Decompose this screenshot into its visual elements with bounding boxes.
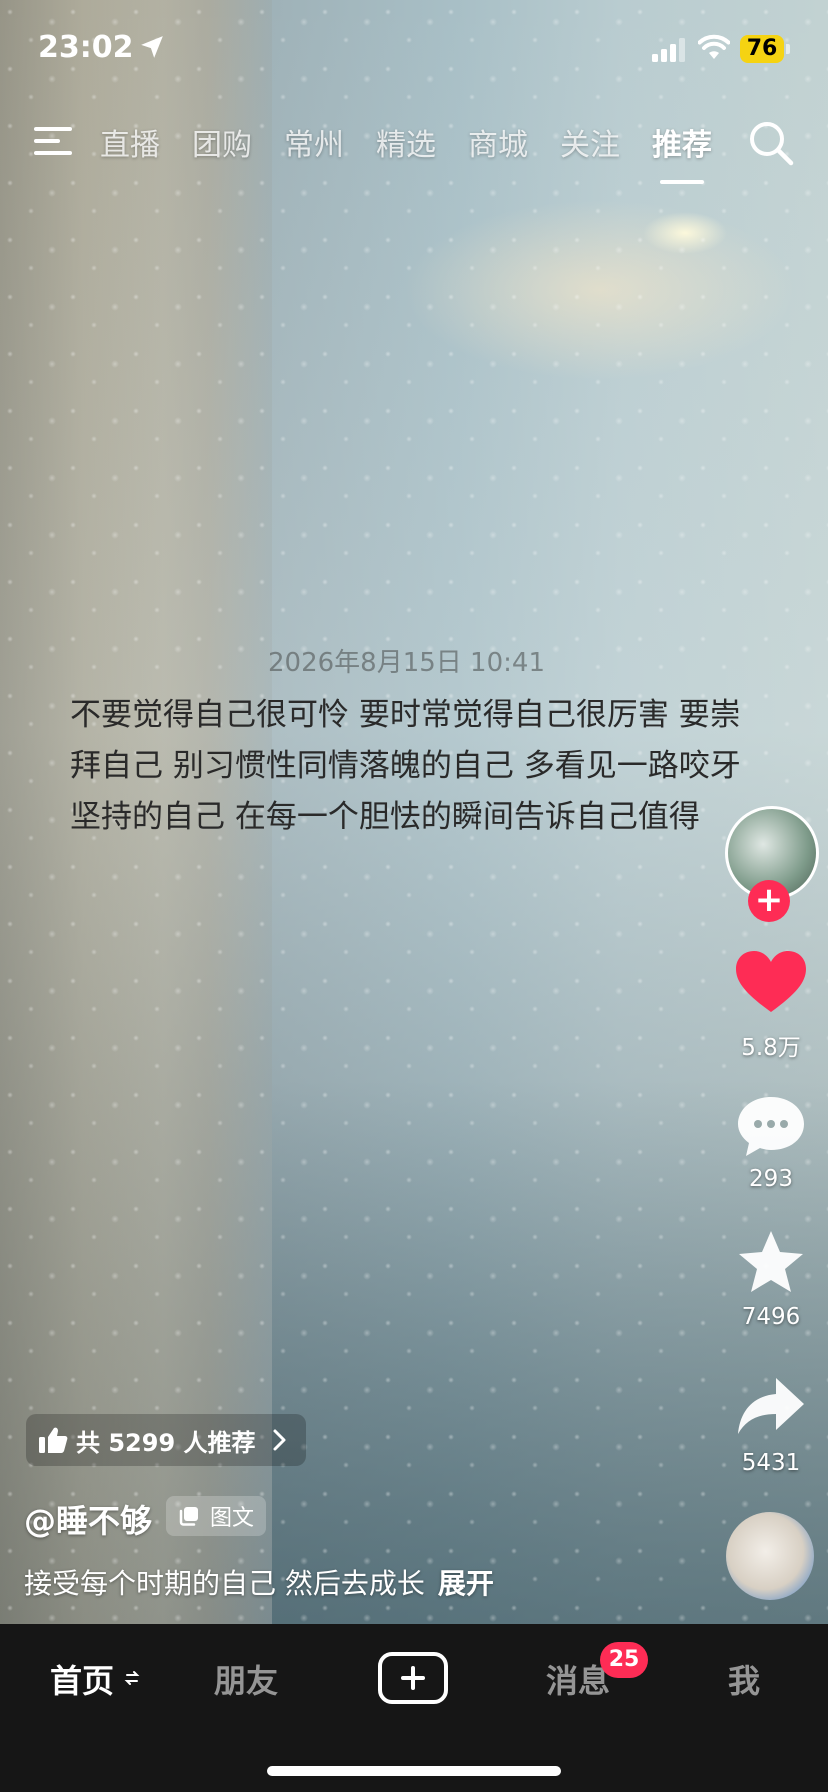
comment-icon[interactable] [734, 1094, 808, 1158]
wifi-icon [698, 34, 730, 59]
like-count: 5.8万 [741, 1035, 801, 1061]
messages-badge: 25 [600, 1642, 648, 1678]
create-post-button[interactable] [378, 1652, 448, 1704]
screen: 23:02 76 直播 团购 常州 精选 商城 关注 推荐 2026年8月15日… [0, 0, 828, 1792]
tab-following[interactable]: 关注 [560, 120, 620, 164]
chevron-right-icon [273, 1429, 286, 1451]
music-disc[interactable] [726, 1512, 814, 1600]
search-icon[interactable] [748, 120, 794, 166]
status-time: 23:02 [38, 30, 134, 65]
battery-level: 76 [740, 35, 784, 63]
nav-me[interactable]: 我 [728, 1656, 760, 1702]
plus-icon [401, 1666, 425, 1690]
tab-mall[interactable]: 商城 [468, 120, 528, 164]
post-type-tag: 图文 [166, 1496, 267, 1536]
tab-live[interactable]: 直播 [100, 120, 160, 164]
bottom-nav: 首页 朋友 消息 25 我 [0, 1624, 828, 1792]
image-post-icon [179, 1507, 198, 1526]
favorite-count: 7496 [741, 1304, 801, 1330]
description-text: 接受每个时期的自己 然后去成长 [24, 1567, 425, 1600]
post-description: 接受每个时期的自己 然后去成长 展开 [24, 1562, 494, 1602]
nav-friends[interactable]: 朋友 [214, 1656, 278, 1702]
tab-featured[interactable]: 精选 [376, 120, 436, 164]
thumbs-up-icon [39, 1427, 68, 1453]
share-icon[interactable] [734, 1374, 808, 1438]
recommend-count: 共 5299 人推荐 [76, 1428, 256, 1457]
swap-icon [124, 1671, 140, 1685]
post-type-label: 图文 [210, 1506, 255, 1531]
comment-count: 293 [749, 1166, 793, 1192]
post-text: 不要觉得自己很可怜 要时常觉得自己很厉害 要崇拜自己 别习惯性同情落魄的自己 多… [70, 697, 741, 835]
author-name[interactable]: @睡不够 [24, 1496, 152, 1542]
nav-home[interactable]: 首页 [50, 1656, 114, 1702]
top-nav: 直播 团购 常州 精选 商城 关注 推荐 [0, 110, 828, 190]
tab-group-buy[interactable]: 团购 [192, 120, 252, 164]
expand-link[interactable]: 展开 [438, 1567, 494, 1600]
location-arrow-icon [141, 36, 163, 58]
post-date: 2026年8月15日 10:41 [268, 648, 545, 678]
home-indicator [267, 1766, 561, 1776]
heart-icon[interactable] [734, 950, 808, 1014]
tab-recommended[interactable]: 推荐 [652, 120, 712, 184]
menu-icon[interactable] [34, 125, 76, 157]
battery-cap [786, 44, 790, 54]
recommend-pill[interactable]: 共 5299 人推荐 [26, 1414, 306, 1466]
cellular-signal-icon [652, 38, 685, 62]
star-icon[interactable] [734, 1230, 808, 1294]
status-bar: 23:02 76 [0, 0, 828, 100]
share-count: 5431 [741, 1450, 801, 1476]
feed-tabs: 直播 团购 常州 精选 商城 关注 推荐 [100, 120, 744, 184]
follow-button[interactable]: + [748, 880, 790, 922]
tab-local-city[interactable]: 常州 [284, 120, 344, 164]
